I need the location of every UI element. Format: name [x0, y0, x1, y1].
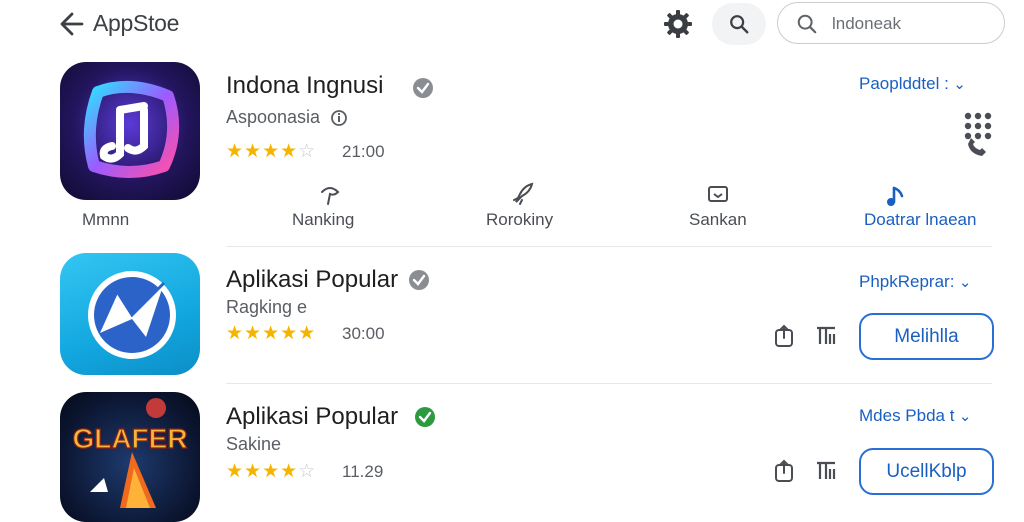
- info-icon: [331, 110, 347, 126]
- app-icon-text: GLAFER: [72, 423, 187, 454]
- verified-icon: [415, 407, 435, 427]
- star-rating-1: ★★★★☆: [226, 141, 317, 162]
- share-icon[interactable]: [772, 459, 796, 483]
- list-icon[interactable]: [814, 324, 838, 348]
- developer-name-1[interactable]: Aspoonasia: [226, 107, 320, 128]
- chevron-down-icon: ⌄: [953, 76, 966, 93]
- game-art-icon: GLAFER: [72, 398, 188, 508]
- back-arrow-icon[interactable]: [52, 8, 84, 40]
- share-icon[interactable]: [772, 324, 796, 348]
- rating-value-1: 21:00: [342, 142, 385, 161]
- verified-icon: [413, 78, 433, 98]
- dropdown-1[interactable]: Paoplddtel : ⌄: [859, 74, 966, 94]
- dialpad-icon[interactable]: [960, 110, 996, 162]
- search-icon: [730, 15, 749, 34]
- app-icon-3[interactable]: GLAFER: [60, 392, 200, 522]
- dropdown-3[interactable]: Mdes Pbda t ⌄: [859, 406, 971, 426]
- chevron-down-icon: ⌄: [958, 274, 972, 291]
- tab-4[interactable]: Sankan: [689, 210, 747, 230]
- divider: [226, 383, 992, 384]
- list-icon[interactable]: [814, 459, 838, 483]
- tab-1[interactable]: Mmnn: [82, 210, 129, 230]
- gear-icon[interactable]: [660, 6, 696, 42]
- dropdown-2[interactable]: PhpkReprar: ⌄: [859, 272, 971, 292]
- action-button-2[interactable]: Melihlla: [859, 313, 994, 360]
- trending-icon: [321, 187, 340, 205]
- action-button-3[interactable]: UcellKblp: [859, 448, 994, 495]
- search-button[interactable]: [712, 3, 766, 45]
- app-name-1[interactable]: Indona Ingnusi: [226, 72, 383, 100]
- music-note-icon: [83, 80, 180, 178]
- screen-icon: [708, 186, 728, 202]
- search-text: lndoneak: [832, 14, 902, 33]
- tab-ranking[interactable]: Nanking: [292, 210, 354, 230]
- rocket-icon: [513, 182, 534, 205]
- search-icon: [797, 14, 817, 34]
- search-input[interactable]: lndoneak: [777, 2, 1005, 44]
- music-note-icon: [887, 186, 904, 206]
- app-name-3[interactable]: Aplikasi Popular: [226, 403, 398, 431]
- developer-name-3[interactable]: Sakine: [226, 434, 281, 455]
- chevron-down-icon: ⌄: [958, 408, 972, 425]
- app-name-2[interactable]: Aplikasi Popular: [226, 266, 398, 294]
- star-rating-2: ★★★★★: [226, 323, 317, 344]
- app-title: AppStoe: [93, 10, 180, 36]
- tab-3[interactable]: Rorokiny: [486, 210, 553, 230]
- verified-icon: [409, 270, 429, 290]
- rating-value-2: 30:00: [342, 324, 385, 343]
- tab-active[interactable]: Doatrar lnaean: [864, 210, 976, 230]
- messenger-icon: [88, 271, 176, 359]
- rating-value-3: 11.29: [342, 462, 384, 481]
- divider: [226, 246, 992, 247]
- app-icon-2[interactable]: [60, 253, 200, 375]
- star-rating-3: ★★★★☆: [226, 461, 317, 482]
- developer-name-2[interactable]: Ragking e: [226, 297, 307, 318]
- app-icon-1[interactable]: [60, 62, 200, 200]
